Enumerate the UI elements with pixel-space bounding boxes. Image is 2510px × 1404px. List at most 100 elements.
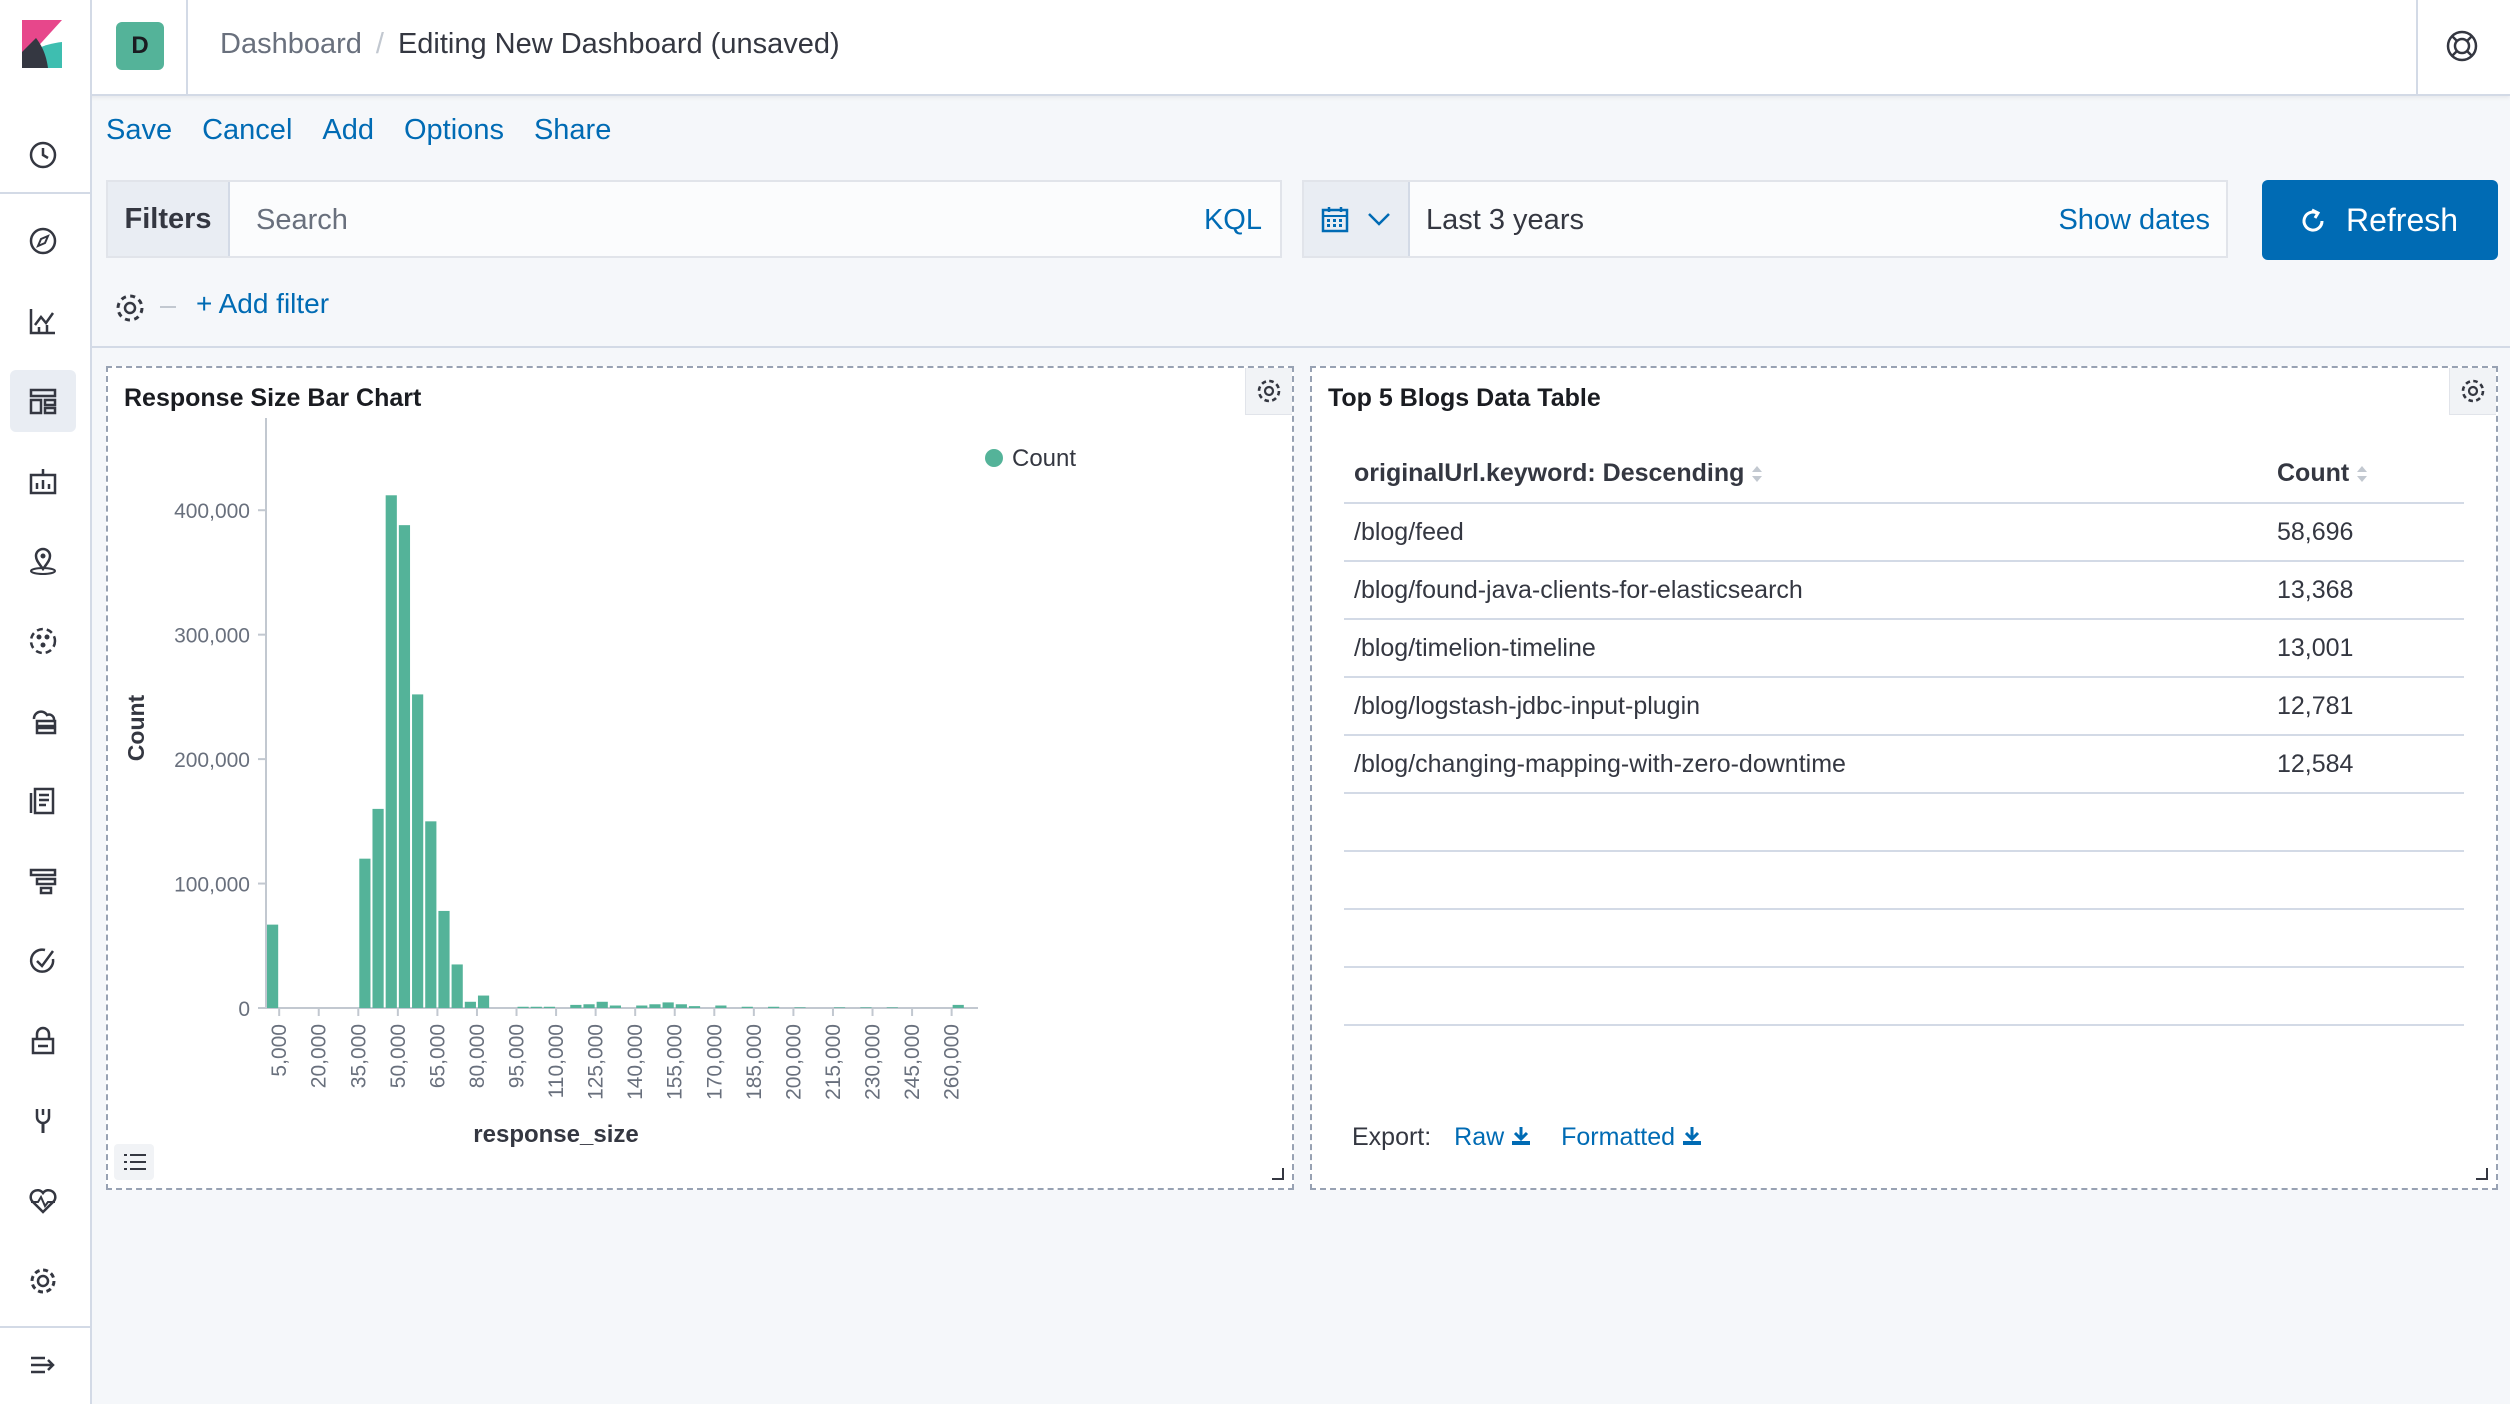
x-tick-label: 140,000	[624, 1024, 647, 1100]
uptime-icon	[29, 948, 55, 973]
chart-bar	[675, 1004, 687, 1008]
cell-url[interactable]: /blog/feed	[1344, 503, 2267, 562]
y-tick-label: 200,000	[174, 749, 250, 772]
lock-icon	[31, 1026, 55, 1055]
nav-monitoring[interactable]	[10, 1170, 76, 1232]
share-button[interactable]: Share	[534, 114, 611, 146]
column-header-label: originalUrl.keyword: Descending	[1354, 458, 1745, 487]
cell-url[interactable]: /blog/changing-mapping-with-zero-downtim…	[1344, 735, 2267, 794]
nav-management[interactable]	[10, 1250, 76, 1312]
y-tick-label: 0	[238, 998, 250, 1021]
panel-resize-handle[interactable]	[1272, 1168, 1284, 1180]
add-filter-button[interactable]: + Add filter	[196, 288, 329, 320]
nav-recently-viewed[interactable]	[10, 124, 76, 186]
column-header-url[interactable]: originalUrl.keyword: Descending	[1344, 444, 2267, 504]
column-header-count[interactable]: Count	[2267, 444, 2464, 504]
filters-button[interactable]: Filters	[108, 182, 230, 256]
options-button[interactable]: Options	[404, 114, 504, 146]
refresh-button[interactable]: Refresh	[2262, 180, 2498, 260]
save-button[interactable]: Save	[106, 114, 172, 146]
panel-response-size-bar-chart: 0 100,000 200,000 300,000 400,000 5,000 20,000…	[106, 366, 1294, 1190]
nav-siem[interactable]	[10, 1010, 76, 1072]
panel-title: Top 5 Blogs Data Table	[1328, 384, 1601, 412]
chart-bar	[886, 1007, 898, 1008]
nav-canvas[interactable]	[10, 450, 76, 512]
chart-bar	[688, 1006, 701, 1008]
chart-bar	[636, 1005, 648, 1008]
help-lifebuoy-icon	[2446, 30, 2478, 62]
nav-machine-learning[interactable]	[10, 610, 76, 672]
cell-url[interactable]: /blog/timelion-timeline	[1344, 619, 2267, 678]
column-header-label: Count	[2277, 458, 2350, 487]
panel-options-button[interactable]	[2449, 368, 2496, 415]
x-tick-label: 50,000	[387, 1024, 410, 1088]
list-icon	[124, 1154, 146, 1170]
breadcrumb: Dashboard / Editing New Dashboard (unsaved…	[220, 28, 840, 61]
nav-uptime[interactable]	[10, 930, 76, 992]
breadcrumb-dashboard[interactable]: Dashboard	[220, 28, 362, 60]
table-header-row: originalUrl.keyword: Descending Count	[1344, 444, 2464, 504]
table-row: /blog/found-java-clients-for-elasticsear…	[1344, 561, 2464, 620]
date-range-label[interactable]: Last 3 years	[1426, 204, 1584, 237]
data-table: originalUrl.keyword: Descending Count /b…	[1344, 444, 2464, 1026]
kibana-logo-icon	[22, 20, 62, 68]
filter-options-gear-icon[interactable]	[112, 290, 148, 326]
legend-toggle-button[interactable]	[114, 1144, 154, 1180]
nav-discover[interactable]	[10, 210, 76, 272]
show-dates-button[interactable]: Show dates	[2058, 204, 2210, 237]
dashboard-top-menu: Save Cancel Add Options Share	[106, 114, 641, 147]
infrastructure-icon	[32, 710, 57, 735]
legend-swatch	[985, 449, 1003, 467]
y-tick-label: 400,000	[174, 500, 250, 523]
export-label: Export:	[1352, 1123, 1432, 1151]
nav-maps[interactable]	[10, 530, 76, 592]
chart-bar	[583, 1004, 595, 1008]
table-row: /blog/timelion-timeline 13,001	[1344, 619, 2464, 678]
chart-bar	[451, 964, 463, 1008]
export-formatted-label: Formatted	[1561, 1123, 1676, 1151]
date-picker: Last 3 years Show dates	[1302, 180, 2228, 258]
nav-dashboard[interactable]	[10, 370, 76, 432]
help-menu-button[interactable]	[2416, 0, 2510, 94]
y-tick-label: 100,000	[174, 874, 250, 897]
nav-apm[interactable]	[10, 850, 76, 912]
cancel-button[interactable]: Cancel	[202, 114, 292, 146]
refresh-icon	[2302, 208, 2324, 232]
space-avatar[interactable]: D	[116, 22, 164, 70]
chart-bar	[833, 1007, 846, 1008]
dashboard-icon	[29, 388, 57, 415]
nav-infrastructure[interactable]	[10, 690, 76, 752]
refresh-label: Refresh	[2346, 202, 2459, 238]
calendar-icon	[1321, 207, 1349, 233]
cell-count: 12,584	[2267, 735, 2464, 794]
panel-resize-handle[interactable]	[2476, 1168, 2488, 1180]
x-tick-label: 35,000	[347, 1024, 370, 1088]
nav-visualize[interactable]	[10, 290, 76, 352]
panel-top-5-blogs-data-table: Top 5 Blogs Data Table originalUrl.keywo…	[1310, 366, 2498, 1190]
panel-options-button[interactable]	[1245, 368, 1292, 415]
cell-url[interactable]: /blog/logstash-jdbc-input-plugin	[1344, 677, 2267, 736]
export-formatted-link[interactable]: Formatted	[1561, 1123, 1703, 1151]
nav-logs[interactable]	[10, 770, 76, 832]
x-axis-title: response_size	[473, 1121, 638, 1148]
nav-separator	[0, 192, 90, 194]
machine-learning-icon	[29, 627, 57, 655]
chart-bar	[517, 1006, 529, 1008]
nav-dev-tools[interactable]	[10, 1090, 76, 1152]
kibana-logo[interactable]	[0, 0, 92, 94]
chart-bar	[768, 1006, 780, 1008]
clock-icon	[29, 141, 57, 169]
nav-separator	[0, 1326, 90, 1328]
kql-language-toggle[interactable]: KQL	[1204, 204, 1262, 237]
app-header: D Dashboard / Editing New Dashboard (unsav…	[0, 0, 2510, 96]
add-button[interactable]: Add	[322, 114, 374, 146]
export-raw-link[interactable]: Raw	[1454, 1123, 1532, 1151]
quick-select-button[interactable]	[1304, 182, 1410, 256]
cell-url[interactable]: /blog/found-java-clients-for-elasticsear…	[1344, 561, 2267, 620]
table-row: /blog/feed 58,696	[1344, 503, 2464, 562]
chart-bar	[741, 1006, 753, 1008]
nav-collapse[interactable]	[10, 1334, 76, 1396]
chart-bar	[267, 924, 279, 1008]
search-input[interactable]	[232, 182, 1158, 258]
gear-icon	[30, 1268, 56, 1294]
